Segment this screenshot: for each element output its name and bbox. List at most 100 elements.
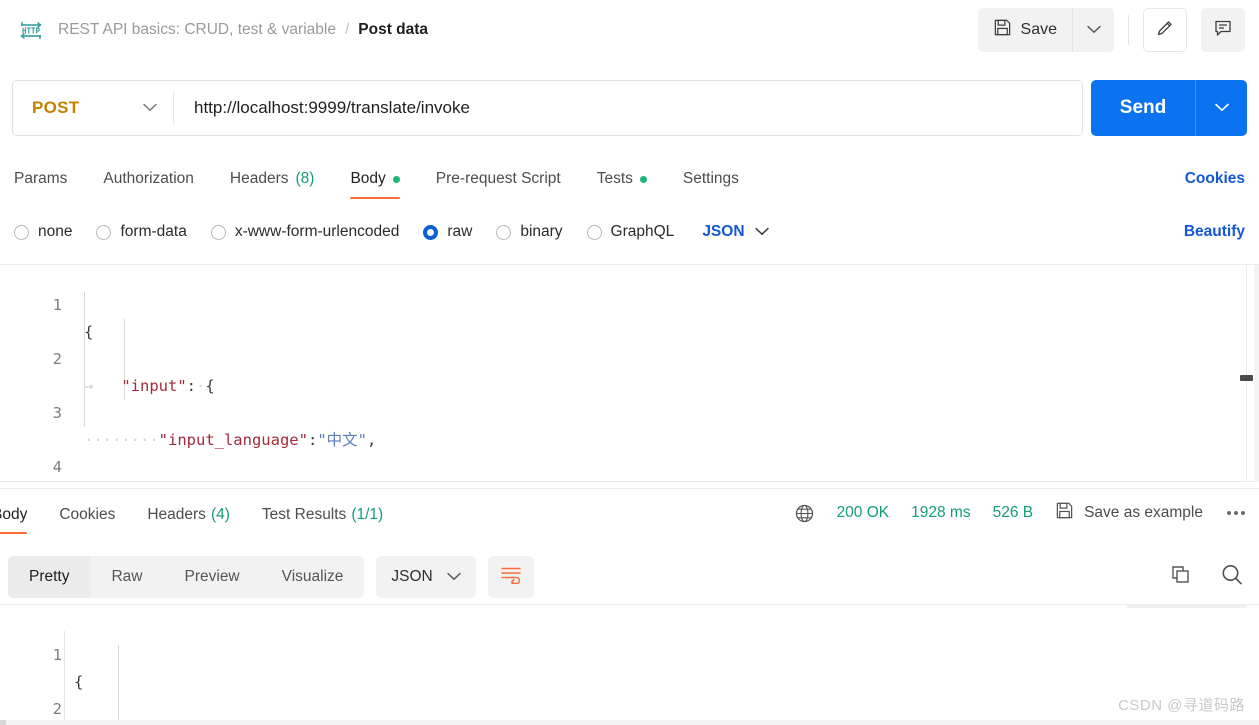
editor-scroll-guide bbox=[1246, 265, 1247, 482]
tab-pre-request-script[interactable]: Pre-request Script bbox=[436, 170, 561, 199]
word-wrap-button[interactable] bbox=[487, 556, 534, 598]
body-type-none[interactable]: none bbox=[14, 223, 72, 241]
breadcrumb-request[interactable]: Post data bbox=[358, 21, 428, 39]
radio-label: x-www-form-urlencoded bbox=[234, 223, 400, 240]
header-divider bbox=[1128, 15, 1129, 45]
active-tab-underline bbox=[350, 197, 400, 199]
code-line-active[interactable]: 5 ········"text":"我爱你中国" bbox=[0, 481, 1259, 482]
body-type-binary[interactable]: binary bbox=[496, 223, 563, 241]
response-format-selector[interactable]: JSON bbox=[376, 556, 476, 598]
view-mode-pretty[interactable]: Pretty bbox=[8, 556, 91, 598]
request-body-editor[interactable]: 1 { 2 → "input":·{ 3 ········"input_lang… bbox=[0, 264, 1259, 482]
beautify-button[interactable]: Beautify bbox=[1184, 223, 1245, 241]
code-line[interactable]: 1 { bbox=[0, 615, 1259, 691]
modified-dot-icon bbox=[639, 175, 647, 183]
response-tab-test-results[interactable]: Test Results (1/1) bbox=[262, 506, 383, 534]
response-toolbar-actions bbox=[1169, 562, 1245, 593]
svg-text:HTTP: HTTP bbox=[22, 27, 41, 36]
radio-label: form-data bbox=[120, 223, 187, 240]
tab-params[interactable]: Params bbox=[14, 170, 67, 199]
breadcrumb-separator: / bbox=[344, 21, 350, 38]
send-dropdown-button[interactable] bbox=[1195, 80, 1247, 136]
code-line[interactable]: 2 "output": { bbox=[0, 669, 1259, 718]
radio-icon bbox=[96, 224, 112, 240]
tab-label: Headers bbox=[229, 170, 289, 187]
chevron-down-icon bbox=[447, 568, 461, 586]
code-line[interactable]: 2 → "input":·{ bbox=[0, 319, 1259, 395]
copy-button[interactable] bbox=[1169, 563, 1193, 592]
cookies-link[interactable]: Cookies bbox=[1185, 170, 1245, 199]
body-type-form-data[interactable]: form-data bbox=[96, 223, 187, 241]
response-tab-cookies[interactable]: Cookies bbox=[59, 506, 115, 534]
save-as-example-button[interactable]: Save as example bbox=[1055, 501, 1203, 525]
send-button[interactable]: Send bbox=[1091, 80, 1195, 136]
tab-authorization[interactable]: Authorization bbox=[103, 170, 193, 199]
code-line[interactable]: 3 ········"input_language":"中文", bbox=[0, 373, 1259, 449]
response-tab-body[interactable]: Body bbox=[0, 506, 28, 534]
ellipsis-icon[interactable] bbox=[1227, 511, 1245, 515]
body-format-label: JSON bbox=[702, 223, 745, 240]
horizontal-scrollbar-thumb[interactable] bbox=[0, 720, 6, 725]
url-input[interactable]: http://localhost:9999/translate/invoke bbox=[174, 98, 1082, 118]
indent-guide bbox=[84, 292, 85, 427]
tab-count: (4) bbox=[210, 506, 230, 523]
watermark: CSDN @寻道码路 bbox=[1118, 697, 1245, 714]
radio-label: none bbox=[38, 223, 73, 240]
response-view-mode-group: Pretty Raw Preview Visualize bbox=[8, 556, 365, 598]
radio-label: binary bbox=[520, 223, 563, 240]
body-format-selector[interactable]: JSON bbox=[702, 223, 769, 241]
line-number: 2 bbox=[52, 700, 62, 718]
tab-label: Test Results bbox=[261, 506, 347, 523]
search-button[interactable] bbox=[1219, 562, 1245, 593]
response-tab-headers[interactable]: Headers (4) bbox=[147, 506, 230, 534]
word-wrap-icon bbox=[500, 565, 522, 589]
line-number: 2 bbox=[52, 350, 62, 368]
body-type-row: none form-data x-www-form-urlencoded raw… bbox=[0, 208, 1259, 256]
url-bar: POST http://localhost:9999/translate/inv… bbox=[12, 80, 1083, 136]
chevron-down-icon bbox=[143, 99, 157, 117]
view-mode-visualize[interactable]: Visualize bbox=[261, 556, 365, 598]
view-mode-preview[interactable]: Preview bbox=[164, 556, 261, 598]
breadcrumb-collection[interactable]: REST API basics: CRUD, test & variable bbox=[58, 21, 336, 39]
save-dropdown-button[interactable] bbox=[1072, 8, 1114, 52]
tab-label: Headers bbox=[147, 506, 206, 523]
tab-settings[interactable]: Settings bbox=[683, 170, 739, 199]
code-line[interactable]: 1 { bbox=[0, 265, 1259, 341]
edit-request-button[interactable] bbox=[1143, 8, 1187, 52]
save-button[interactable]: Save bbox=[978, 8, 1072, 52]
radio-icon bbox=[586, 224, 602, 240]
http-icon: HTTP bbox=[18, 17, 44, 43]
tab-count: (8) bbox=[295, 170, 315, 187]
tab-label: Params bbox=[14, 170, 68, 187]
tab-headers[interactable]: Headers (8) bbox=[230, 170, 315, 199]
send-button-group: Send bbox=[1091, 80, 1247, 136]
request-tabs: Params Authorization Headers (8) Body Pre… bbox=[0, 155, 1259, 199]
code-line[interactable]: 4 ········"output_language":"英文", bbox=[0, 427, 1259, 476]
body-type-graphql[interactable]: GraphQL bbox=[586, 223, 675, 241]
view-mode-raw[interactable]: Raw bbox=[90, 556, 163, 598]
tab-body[interactable]: Body bbox=[350, 170, 400, 199]
response-time: 1928 ms bbox=[911, 504, 971, 521]
pencil-icon bbox=[1155, 18, 1175, 43]
header-actions: Save bbox=[977, 8, 1245, 52]
tab-label: Body bbox=[350, 170, 386, 187]
globe-icon[interactable] bbox=[794, 503, 815, 524]
copy-icon bbox=[1169, 565, 1193, 591]
save-label: Save bbox=[1020, 21, 1057, 38]
response-body-viewer[interactable]: 1 { 2 "output": { 3 "content": "I love y… bbox=[0, 604, 1259, 725]
active-tab-underline bbox=[0, 532, 28, 534]
postman-request-view: HTTP REST API basics: CRUD, test & varia… bbox=[0, 0, 1259, 725]
chevron-down-icon bbox=[1214, 99, 1229, 117]
comment-button[interactable] bbox=[1201, 8, 1245, 52]
editor-scrollbar-thumb[interactable] bbox=[1240, 375, 1253, 381]
method-selector[interactable]: POST bbox=[13, 98, 173, 118]
tab-count: (1/1) bbox=[351, 506, 384, 523]
body-type-x-www-form-urlencoded[interactable]: x-www-form-urlencoded bbox=[210, 223, 400, 241]
tab-tests[interactable]: Tests bbox=[597, 170, 647, 199]
line-number: 4 bbox=[52, 458, 62, 476]
body-type-raw[interactable]: raw bbox=[423, 223, 472, 241]
editor-scrollbar-track[interactable] bbox=[1254, 265, 1259, 482]
horizontal-scrollbar-track[interactable] bbox=[0, 720, 1259, 725]
chevron-down-icon bbox=[1086, 21, 1101, 39]
radio-label: GraphQL bbox=[610, 223, 675, 240]
